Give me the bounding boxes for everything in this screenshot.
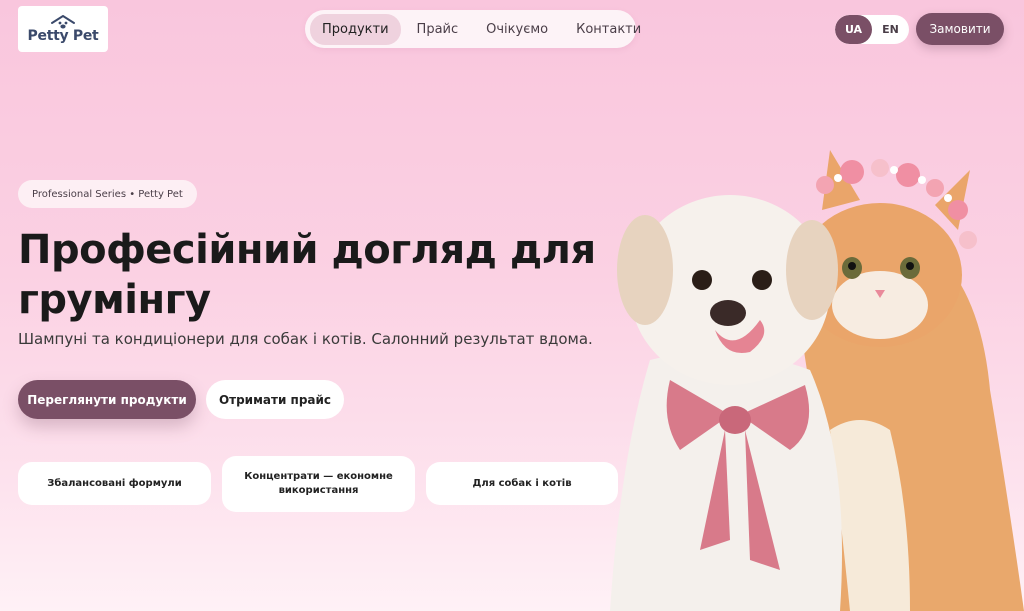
main-nav: Продукти Прайс Очікуємо Контакти: [305, 10, 641, 48]
hero-title: Професійний догляд для грумінгу: [18, 227, 596, 323]
logo-text: Petty Pet: [27, 27, 99, 44]
feature-card-concentrates: Концентрати — економне використання: [222, 456, 415, 512]
nav-item-coming-soon[interactable]: Очікуємо: [474, 14, 560, 45]
hero-pets-image: [610, 150, 1024, 611]
series-badge: Professional Series • Petty Pet: [18, 180, 197, 208]
order-button[interactable]: Замовити: [916, 13, 1004, 45]
dog-house-icon: [51, 14, 75, 28]
lang-en-button[interactable]: EN: [872, 15, 909, 44]
nav-item-contacts[interactable]: Контакти: [564, 14, 653, 45]
get-price-button[interactable]: Отримати прайс: [206, 380, 344, 419]
hero-subtitle: Шампуні та кондиціонери для собак і коті…: [18, 330, 593, 348]
nav-item-prices[interactable]: Прайс: [405, 14, 471, 45]
lang-ua-button[interactable]: UA: [835, 15, 872, 44]
feature-card-balanced: Збалансовані формули: [18, 462, 211, 505]
view-products-button[interactable]: Переглянути продукти: [18, 380, 196, 419]
language-switcher: UA EN: [835, 15, 909, 44]
logo[interactable]: Petty Pet: [18, 6, 108, 52]
nav-item-products[interactable]: Продукти: [310, 13, 401, 45]
